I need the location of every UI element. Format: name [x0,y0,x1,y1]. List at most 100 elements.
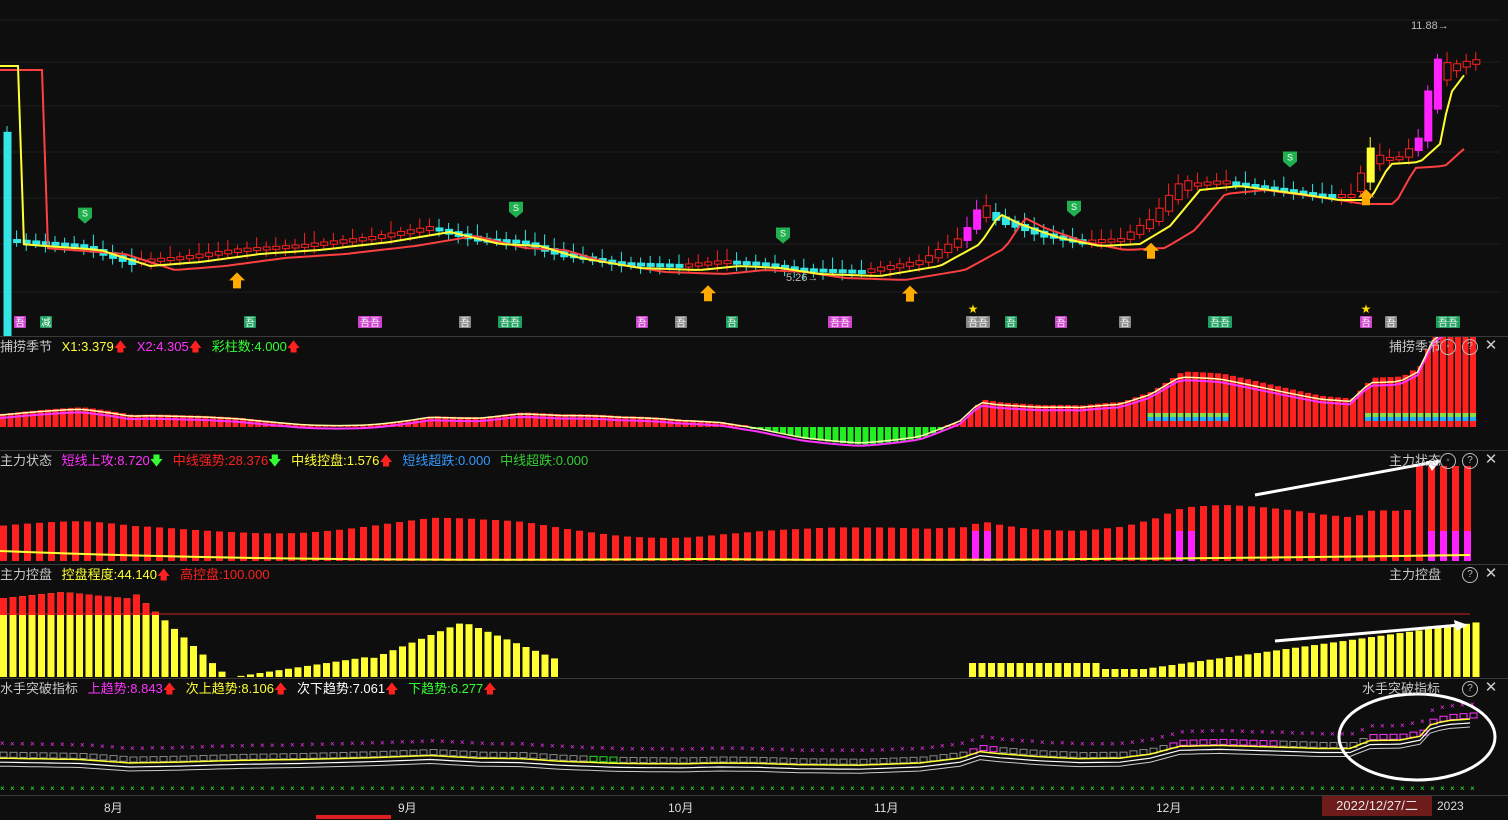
up-trend-mark: × [740,744,745,753]
panel-buolao[interactable]: 捕捞季节 X1:3.379🡅 X2:4.305🡅 彩柱数:4.000🡅 捕捞季节… [0,337,1508,450]
month-label: 12月 [1156,799,1181,816]
trend-candle [440,750,447,755]
candle-body [350,239,357,242]
trend-candle [1380,734,1387,739]
up-trend-mark: × [1390,721,1395,730]
candle-body [1214,181,1221,184]
up-trend-mark: × [660,745,665,754]
trend-candle [900,758,907,763]
candle-body [964,228,971,241]
trend-candle [330,753,337,758]
up-trend-mark: × [40,740,45,749]
help-icon[interactable]: ? [1462,453,1478,469]
mid-strong-bar [240,533,247,561]
control-bar [266,672,273,677]
candle-body [1338,195,1345,198]
up-trend-mark: × [200,743,205,752]
control-bar [988,663,995,677]
trend-candle [130,757,137,762]
candle-body [868,269,875,273]
panel-sailor-breakout[interactable]: × × × × × × × × × × × × × × × × × × × × × × × × × × × × × × × × × × × × × × × ×… [0,679,1508,795]
mid-strong-bar [720,534,727,561]
candlestick-chart[interactable]: SSSSS吾减吾吾吾吾吾吾吾吾吾吾吾 吾吾吾吾吾吾吾吾吾吾吾★ ★ [0,0,1508,336]
down-trend-mark: × [970,784,975,793]
candle-body [1415,138,1422,150]
event-tag-label: 吾 [1056,317,1066,329]
mid-strong-bar [924,529,931,561]
color-band [1373,413,1379,417]
field-mid-strong: 中线强势:28.376🡇 [173,453,282,468]
up-trend-mark: × [450,738,455,747]
down-trend-mark: × [1030,784,1035,793]
down-trend-mark: × [470,784,475,793]
event-tag-label: 吾 [676,317,686,329]
help-icon[interactable]: ? [1462,567,1478,583]
color-band [1155,413,1161,417]
active-tab-indicator[interactable] [316,815,391,819]
trend-candle [210,755,217,760]
settings-icon[interactable]: ◦ [1440,453,1456,469]
trend-candle [410,750,417,755]
control-bar [1216,658,1223,677]
close-icon[interactable]: ✕ [1484,453,1498,467]
time-axis[interactable]: 8月 9月 10月 11月 12月 2022/12/27/二 2023 [0,795,1508,820]
trend-candle [780,758,787,763]
main-candle-panel[interactable]: S S S S S 吾减吾吾吾吾吾吾吾吾吾吾吾 吾吾吾吾吾吾吾吾吾吾吾 ★ ★ 11.88→ 5… [0,0,1508,336]
down-trend-mark: × [1180,784,1185,793]
close-icon[interactable]: ✕ [1484,681,1498,695]
trend-candle [1460,714,1467,719]
close-icon[interactable]: ✕ [1484,567,1498,581]
up-trend-mark: × [1280,728,1285,737]
mid-strong-bar [936,528,943,561]
control-bar [1264,652,1271,677]
panel-title-right: 水手突破指标 [1362,679,1440,699]
up-trend-mark: × [350,739,355,748]
month-label: 10月 [668,799,693,816]
control-bar [1017,663,1024,677]
mid-strong-bar [1128,525,1135,561]
up-trend-mark: × [860,746,865,755]
histogram-bar [833,427,839,442]
high-control-bar [48,593,55,615]
control-bar [504,639,511,677]
up-trend-mark: × [80,740,85,749]
control-bar [494,636,501,677]
panel-zhuli-state[interactable]: 主力状态 短线上攻:8.720🡇 中线强势:28.376🡇 中线控盘:1.576… [0,451,1508,564]
histogram-bar [848,427,854,444]
settings-icon[interactable]: ◦ [1440,339,1456,355]
up-trend-mark: × [590,743,595,752]
histogram-bar [1043,405,1049,427]
down-trend-mark: × [1000,784,1005,793]
control-bar [1425,629,1432,677]
help-icon[interactable]: ? [1462,339,1478,355]
help-icon[interactable]: ? [1462,681,1478,697]
up-trend-mark: × [410,737,415,746]
candle-body [206,253,213,257]
up-trend-mark: × [400,738,405,747]
trend-candle [640,758,647,763]
down-trend-mark: × [1430,784,1435,793]
candle-body [311,243,318,246]
trend-candle [420,750,427,755]
histogram-bar [68,408,74,427]
histogram-bar [1035,405,1041,427]
panel-zhuli-control[interactable]: 主力控盘 控盘程度:44.140🡅 高控盘:100.000 主力控盘 ? ✕ [0,565,1508,678]
candle-body [378,235,385,239]
panel-controls: ? ✕ [1462,681,1498,697]
mid-strong-bar [1008,527,1015,561]
down-trend-mark: × [380,784,385,793]
control-bar [1178,664,1185,677]
up-trend-mark: × [280,741,285,750]
field-sub-up-trend: 次上趋势:8.106🡅 [186,681,288,696]
candle-body [1175,184,1182,200]
control-bar [447,627,454,677]
close-icon[interactable]: ✕ [1484,339,1498,353]
trend-candle [1110,752,1117,757]
mid-strong-bar [372,525,379,561]
trend-candle [1210,740,1217,745]
event-tag-label: 吾 [1120,317,1130,329]
down-trend-mark: × [640,784,645,793]
histogram-bar [1058,405,1064,427]
down-trend-mark: × [820,784,825,793]
candle-body [1358,173,1365,191]
